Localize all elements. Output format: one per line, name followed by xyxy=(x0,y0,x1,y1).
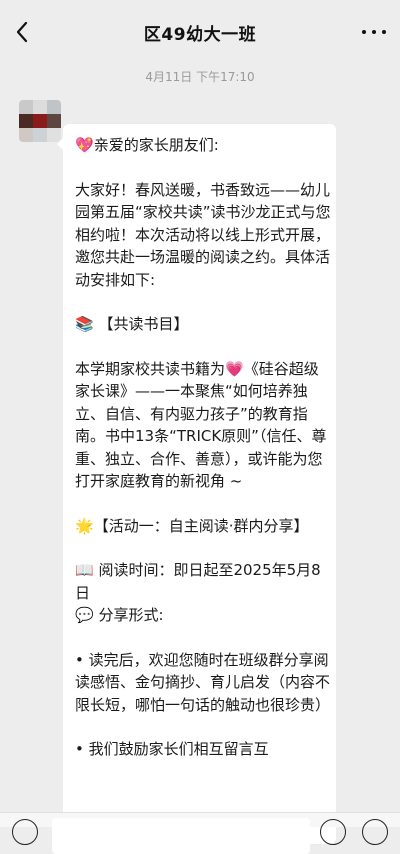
message-bubble[interactable]: 💖亲爱的家长朋友们: 大家好！春风送暖，书香致远——幼儿园第五届“家校共读”读书… xyxy=(57,124,336,844)
emoji-button[interactable] xyxy=(320,819,346,845)
intro-paragraph: 大家好！春风送暖，书香致远——幼儿园第五届“家校共读”读书沙龙正式与您相约啦！本… xyxy=(75,180,331,289)
more-horizontal-icon xyxy=(362,30,366,34)
share-format: 💬 分享形式: xyxy=(75,606,164,624)
heart-icon: 💖 xyxy=(75,136,94,154)
bullet-encourage: • 我们鼓励家长们相互留言互 xyxy=(75,740,269,758)
bullet-share: • 读完后，欢迎您随时在班级群分享阅读感悟、金句摘抄、育儿启发（内容不限长短，哪… xyxy=(75,650,331,714)
heart-icon: 💗 xyxy=(225,359,244,378)
message-timestamp: 4月11日 下午17:10 xyxy=(145,70,255,84)
message-input[interactable] xyxy=(52,818,310,854)
book-icon: 📖 xyxy=(75,561,94,579)
greeting-line: 💖亲爱的家长朋友们: xyxy=(75,134,331,157)
speech-bubble-icon: 💬 xyxy=(75,606,94,624)
books-icon: 📚 xyxy=(75,315,94,333)
section-book-title: 📚 【共读书目】 xyxy=(75,315,189,333)
input-bar xyxy=(0,812,400,854)
voice-button[interactable] xyxy=(12,819,38,845)
chat-header: 区49幼大一班 xyxy=(0,0,400,64)
book-paragraph: 本学期家校共读书籍为💗《硅谷超级家长课》——一本聚焦“如何培养独立、自信、有内驱… xyxy=(75,359,327,491)
plus-button[interactable] xyxy=(362,819,388,845)
section-activity-title: 🌟【活动一：自主阅读·群内分享】 xyxy=(75,516,309,535)
message-text: 💖亲爱的家长朋友们: 大家好！春风送暖，书香致远——幼儿园第五届“家校共读”读书… xyxy=(75,134,331,761)
chat-title: 区49幼大一班 xyxy=(143,25,257,45)
avatar[interactable] xyxy=(19,100,61,142)
star-icon: 🌟 xyxy=(75,516,94,535)
reading-time: 📖 阅读时间：即日起至2025年5月8日 xyxy=(75,561,321,602)
greeting-text: 亲爱的家长朋友们: xyxy=(93,136,219,154)
more-button[interactable] xyxy=(362,22,386,42)
